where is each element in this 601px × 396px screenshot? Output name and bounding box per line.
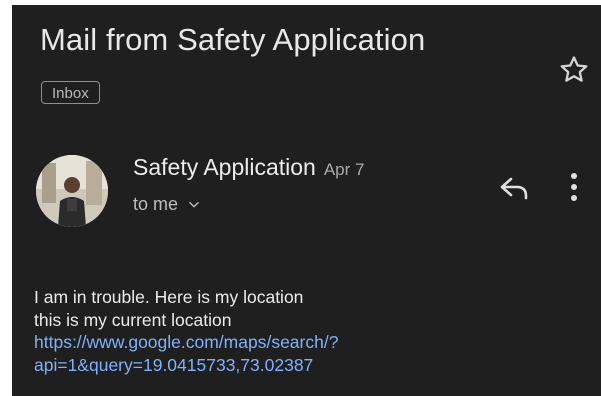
label-chip-inbox[interactable]: Inbox bbox=[41, 81, 100, 104]
recipient-label: to me bbox=[133, 194, 179, 214]
avatar[interactable] bbox=[36, 155, 108, 227]
body-line: this is my current location bbox=[34, 309, 232, 330]
sender-row: Safety Application Apr 7 bbox=[133, 154, 364, 181]
more-vert-icon[interactable] bbox=[568, 171, 580, 203]
maps-link[interactable]: https://www.google.com/maps/search/? api… bbox=[34, 331, 594, 376]
maps-link-line: api=1&query=19.0415733,73.02387 bbox=[34, 354, 314, 375]
avatar-photo bbox=[36, 155, 108, 227]
email-date: Apr 7 bbox=[323, 160, 365, 179]
recipient-toggle[interactable]: to me bbox=[133, 194, 201, 215]
chevron-down-icon bbox=[189, 201, 199, 207]
star-icon[interactable] bbox=[557, 53, 591, 87]
reply-icon[interactable] bbox=[499, 175, 531, 201]
maps-link-line: https://www.google.com/maps/search/? bbox=[34, 332, 339, 352]
sender-name[interactable]: Safety Application bbox=[133, 154, 316, 180]
email-subject: Mail from Safety Application bbox=[40, 22, 426, 57]
body-line: I am in trouble. Here is my location bbox=[34, 287, 304, 307]
email-view: Mail from Safety Application Inbox Safet… bbox=[12, 5, 601, 396]
email-body: I am in trouble. Here is my location thi… bbox=[34, 286, 594, 376]
